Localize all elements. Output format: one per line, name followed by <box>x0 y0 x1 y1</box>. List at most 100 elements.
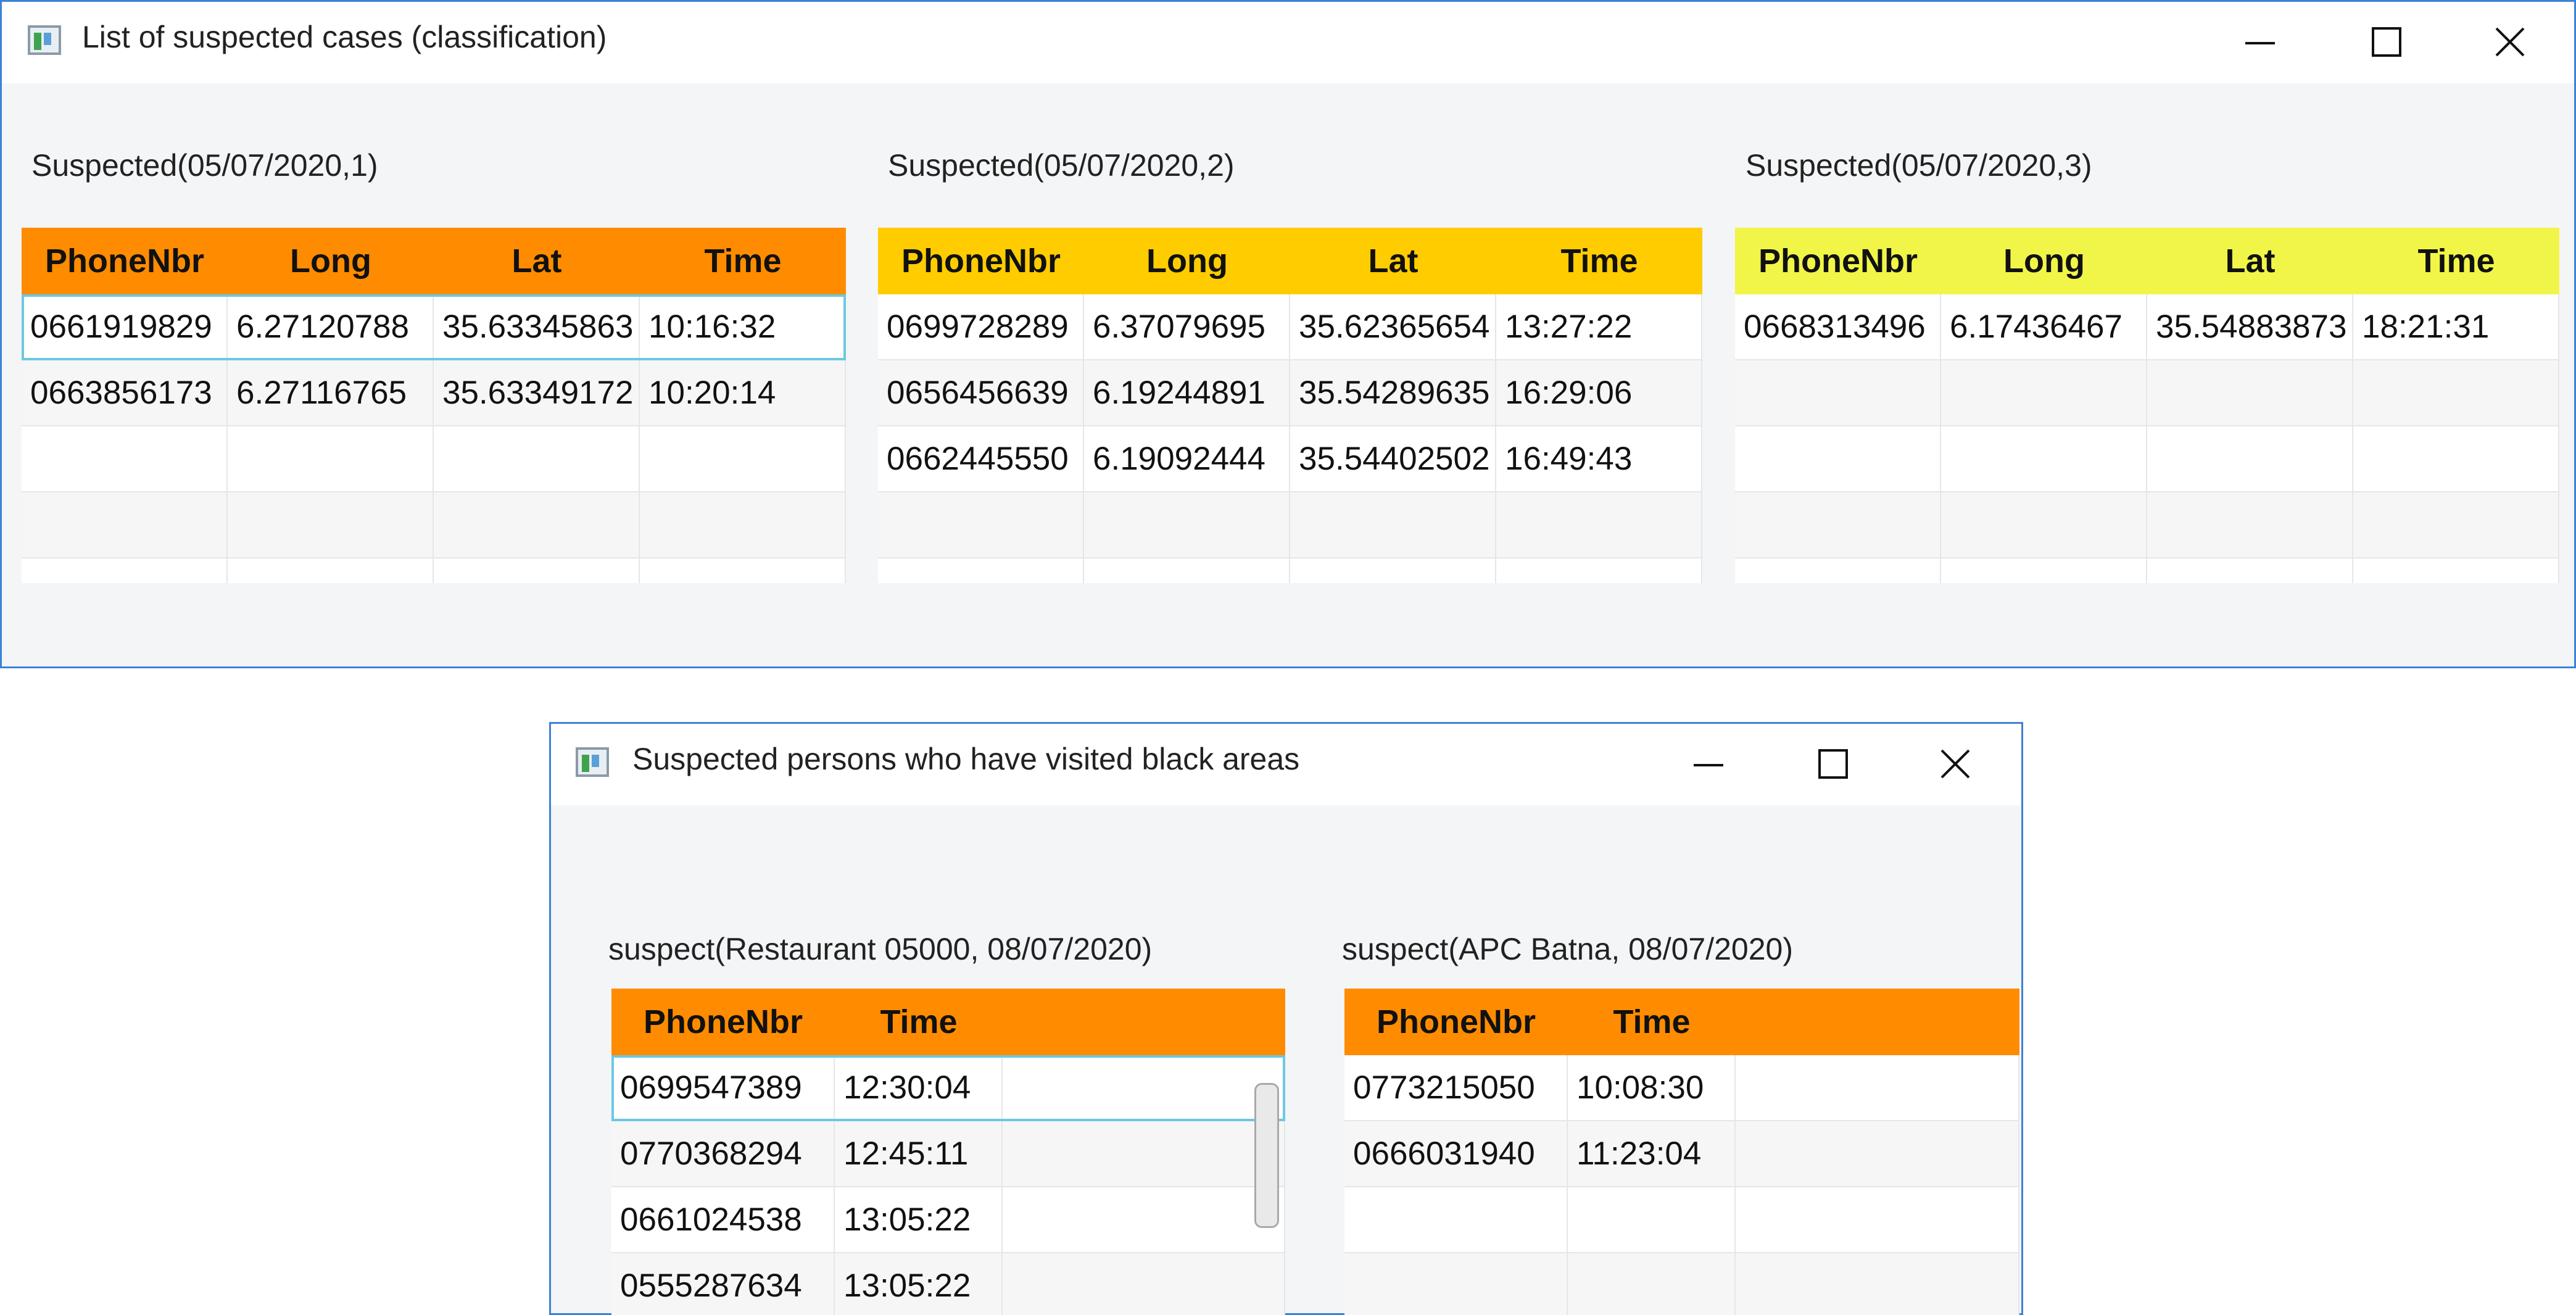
title-bar[interactable]: Suspected persons who have visited black… <box>551 724 2021 805</box>
table-row[interactable]: 0661919829 6.27120788 35.63345863 10:16:32 <box>22 294 846 360</box>
table-cell[interactable]: 0699547389 <box>611 1055 835 1120</box>
column-header[interactable] <box>1003 989 1285 1055</box>
table-cell[interactable] <box>1290 558 1496 583</box>
table-cell[interactable] <box>1736 1253 2019 1315</box>
table-row[interactable]: 0656456639 6.19244891 35.54289635 16:29:06 <box>878 360 1702 426</box>
table-cell[interactable]: 13:05:22 <box>835 1187 1003 1252</box>
table-row[interactable] <box>1735 426 2559 492</box>
table-cell[interactable]: 6.17436467 <box>1941 294 2147 359</box>
table-cell[interactable] <box>1568 1187 1736 1252</box>
column-header[interactable]: Long <box>1084 228 1290 294</box>
maximize-button[interactable] <box>1808 742 1858 786</box>
table-row[interactable] <box>878 492 1702 558</box>
table-cell[interactable] <box>1496 558 1702 583</box>
table-cell[interactable] <box>434 492 640 557</box>
table-cell[interactable]: 12:30:04 <box>835 1055 1003 1120</box>
maximize-button[interactable] <box>2362 20 2411 64</box>
table-cell[interactable]: 35.54289635 <box>1290 360 1496 425</box>
minimize-button[interactable] <box>1684 742 1733 786</box>
table-cell[interactable]: 0555287634 <box>611 1253 835 1315</box>
close-button[interactable] <box>1931 742 1980 786</box>
table-cell[interactable]: 0773215050 <box>1344 1055 1568 1120</box>
table-row[interactable]: 0662445550 6.19092444 35.54402502 16:49:43 <box>878 426 1702 492</box>
table-cell[interactable] <box>1941 360 2147 425</box>
table-cell[interactable] <box>1736 1055 2019 1120</box>
table-row[interactable]: 0699547389 12:30:04 <box>611 1055 1285 1121</box>
column-header[interactable]: Time <box>835 989 1003 1055</box>
column-header[interactable]: PhoneNbr <box>22 228 228 294</box>
column-header[interactable]: PhoneNbr <box>611 989 835 1055</box>
table-row[interactable] <box>1735 558 2559 583</box>
table-cell[interactable] <box>22 426 228 491</box>
table-row[interactable]: 0555287634 13:05:22 <box>611 1253 1285 1315</box>
suspected-table-1[interactable]: PhoneNbr Long Lat Time 0661919829 6.27120788 3… <box>22 228 846 583</box>
table-cell[interactable]: 0663856173 <box>22 360 228 425</box>
column-header[interactable]: Lat <box>2147 228 2353 294</box>
table-cell[interactable]: 0661919829 <box>22 294 228 359</box>
table-cell[interactable]: 0661024538 <box>611 1187 835 1252</box>
restaurant-suspect-table[interactable]: PhoneNbr Time 0699547389 12:30:04 0770368294… <box>611 989 1285 1315</box>
table-cell[interactable] <box>2147 558 2353 583</box>
table-cell[interactable] <box>1736 1187 2019 1252</box>
table-cell[interactable] <box>2353 360 2559 425</box>
table-cell[interactable] <box>434 426 640 491</box>
table-cell[interactable]: 18:21:31 <box>2353 294 2559 359</box>
suspected-table-3[interactable]: PhoneNbr Long Lat Time 0668313496 6.17436467 3… <box>1735 228 2559 583</box>
table-cell[interactable]: 35.54883873 <box>2147 294 2353 359</box>
table-cell[interactable] <box>1003 1253 1285 1315</box>
table-cell[interactable]: 0770368294 <box>611 1121 835 1186</box>
table-cell[interactable] <box>434 558 640 583</box>
table-cell[interactable] <box>878 558 1084 583</box>
table-row[interactable]: 0770368294 12:45:11 <box>611 1121 1285 1187</box>
table-cell[interactable] <box>1003 1187 1285 1252</box>
table-cell[interactable] <box>1735 558 1941 583</box>
table-cell[interactable] <box>1290 492 1496 557</box>
table-cell[interactable] <box>1344 1187 1568 1252</box>
table-cell[interactable]: 10:20:14 <box>640 360 846 425</box>
column-header[interactable]: Lat <box>1290 228 1496 294</box>
column-header[interactable] <box>1736 989 2019 1055</box>
table-cell[interactable]: 6.37079695 <box>1084 294 1290 359</box>
table-cell[interactable]: 16:49:43 <box>1496 426 1702 491</box>
table-cell[interactable]: 35.54402502 <box>1290 426 1496 491</box>
table-row[interactable] <box>1344 1187 2019 1253</box>
apc-batna-suspect-table[interactable]: PhoneNbr Time 0773215050 10:08:30 0666031940… <box>1344 989 2019 1315</box>
table-cell[interactable]: 6.27116765 <box>228 360 434 425</box>
table-cell[interactable]: 0662445550 <box>878 426 1084 491</box>
column-header[interactable]: Time <box>640 228 846 294</box>
table-cell[interactable] <box>22 492 228 557</box>
table-cell[interactable] <box>2353 558 2559 583</box>
table-cell[interactable]: 6.19092444 <box>1084 426 1290 491</box>
table-cell[interactable] <box>1735 426 1941 491</box>
table-cell[interactable] <box>1941 558 2147 583</box>
table-cell[interactable] <box>1344 1253 1568 1315</box>
column-header[interactable]: Time <box>1568 989 1736 1055</box>
table-row[interactable] <box>1344 1253 2019 1315</box>
suspected-table-2[interactable]: PhoneNbr Long Lat Time 0699728289 6.37079695 3… <box>878 228 1702 583</box>
table-cell[interactable] <box>1003 1055 1285 1120</box>
table-cell[interactable] <box>228 558 434 583</box>
table-cell[interactable] <box>878 492 1084 557</box>
table-row[interactable]: 0666031940 11:23:04 <box>1344 1121 2019 1187</box>
table-cell[interactable] <box>640 426 846 491</box>
table-cell[interactable]: 13:05:22 <box>835 1253 1003 1315</box>
table-row[interactable] <box>1735 360 2559 426</box>
table-cell[interactable] <box>2147 492 2353 557</box>
column-header[interactable]: Lat <box>434 228 640 294</box>
table-cell[interactable] <box>1941 492 2147 557</box>
table-cell[interactable]: 12:45:11 <box>835 1121 1003 1186</box>
table-row[interactable]: 0663856173 6.27116765 35.63349172 10:20:14 <box>22 360 846 426</box>
table-cell[interactable]: 35.62365654 <box>1290 294 1496 359</box>
table-cell[interactable]: 13:27:22 <box>1496 294 1702 359</box>
table-cell[interactable]: 35.63345863 <box>434 294 640 359</box>
table-cell[interactable] <box>1736 1121 2019 1186</box>
table-cell[interactable]: 11:23:04 <box>1568 1121 1736 1186</box>
column-header[interactable]: Long <box>228 228 434 294</box>
table-cell[interactable] <box>640 558 846 583</box>
column-header[interactable]: Time <box>1496 228 1702 294</box>
table-cell[interactable] <box>1941 426 2147 491</box>
table-row[interactable] <box>22 558 846 583</box>
table-cell[interactable]: 10:08:30 <box>1568 1055 1736 1120</box>
table-row[interactable] <box>1735 492 2559 558</box>
table-cell[interactable] <box>2147 360 2353 425</box>
